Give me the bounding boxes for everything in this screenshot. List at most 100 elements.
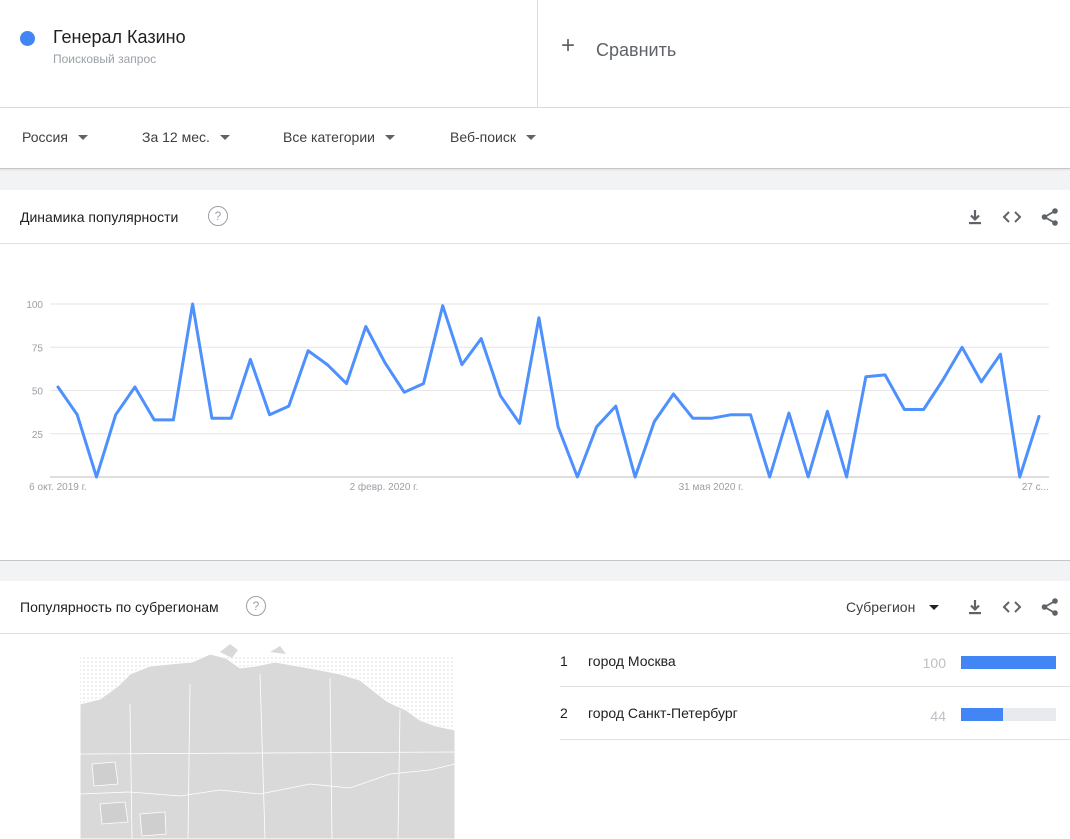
data-point[interactable] [534, 313, 544, 323]
data-point[interactable] [399, 387, 409, 397]
data-point[interactable] [207, 413, 217, 423]
data-point[interactable] [1015, 472, 1025, 482]
region-value: 100 [922, 655, 946, 671]
data-point[interactable] [111, 410, 121, 420]
search-term-header: Генерал Казино Поисковый запрос + Сравни… [0, 0, 1070, 108]
data-point[interactable] [572, 472, 582, 482]
data-point[interactable] [265, 410, 275, 420]
caret-down-icon [77, 134, 88, 140]
compare-button[interactable]: + Сравнить [538, 0, 1070, 107]
data-point[interactable] [822, 406, 832, 416]
y-tick-label: 25 [32, 430, 44, 441]
subregion-map[interactable] [70, 644, 460, 839]
interest-over-time-card: Динамика популярности ? 100 75 50 25 6 окт.… [0, 190, 1070, 561]
data-point[interactable] [592, 422, 602, 432]
region-name[interactable]: город Санкт-Петербург [588, 705, 738, 721]
data-point[interactable] [322, 360, 332, 370]
data-point[interactable] [726, 410, 736, 420]
data-point[interactable] [226, 413, 236, 423]
caret-down-icon [219, 134, 230, 140]
y-axis-ticks: 100 75 50 25 [26, 300, 43, 441]
category-filter[interactable]: Все категории [283, 129, 395, 145]
data-point[interactable] [188, 299, 198, 309]
help-icon[interactable]: ? [246, 596, 266, 616]
data-point[interactable] [553, 422, 563, 432]
subregion-granularity-select[interactable]: Субрегион [846, 599, 940, 615]
region-name[interactable]: город Москва [588, 653, 676, 669]
category-filter-label: Все категории [283, 129, 375, 145]
card-divider [0, 633, 1070, 634]
data-point[interactable] [938, 375, 948, 385]
embed-icon[interactable] [1002, 597, 1022, 617]
data-point[interactable] [765, 472, 775, 482]
data-point[interactable] [996, 349, 1006, 359]
region-bar-fill [961, 708, 1003, 721]
region-bar-fill [961, 656, 1056, 669]
y-tick-label: 75 [32, 343, 44, 354]
region-bar-track [961, 656, 1056, 669]
region-filter[interactable]: Россия [22, 129, 88, 145]
data-point[interactable] [380, 358, 390, 368]
data-point[interactable] [861, 372, 871, 382]
data-point[interactable] [669, 389, 679, 399]
data-point[interactable] [303, 346, 313, 356]
data-point[interactable] [130, 382, 140, 392]
compare-label: Сравнить [596, 40, 677, 60]
data-point[interactable] [361, 322, 371, 332]
data-point[interactable] [688, 413, 698, 423]
caret-down-icon [525, 134, 536, 140]
data-point[interactable] [1034, 411, 1044, 421]
search-type-filter[interactable]: Веб-поиск [450, 129, 536, 145]
data-point[interactable] [245, 354, 255, 364]
data-point[interactable] [149, 415, 159, 425]
x-tick-label: 2 февр. 2020 г. [350, 481, 419, 493]
data-point[interactable] [707, 413, 717, 423]
period-filter[interactable]: За 12 мес. [142, 129, 230, 145]
search-type-filter-label: Веб-поиск [450, 129, 516, 145]
data-point[interactable] [784, 408, 794, 418]
data-point[interactable] [476, 334, 486, 344]
search-term-name[interactable]: Генерал Казино [53, 27, 186, 48]
data-point[interactable] [342, 379, 352, 389]
data-point[interactable] [842, 472, 852, 482]
data-point[interactable] [284, 401, 294, 411]
data-point[interactable] [803, 472, 813, 482]
data-point[interactable] [419, 379, 429, 389]
interest-by-subregion-card: Популярность по субрегионам ? Субрегион [0, 581, 1070, 839]
caret-down-icon [384, 134, 395, 140]
share-icon[interactable] [1040, 597, 1060, 617]
data-point[interactable] [957, 342, 967, 352]
y-tick-label: 100 [26, 300, 43, 311]
x-tick-label: 27 с... [1022, 482, 1049, 493]
data-point[interactable] [495, 391, 505, 401]
data-point[interactable] [438, 301, 448, 311]
data-point[interactable] [515, 418, 525, 428]
data-point[interactable] [919, 405, 929, 415]
rank-number: 2 [560, 705, 568, 721]
chart-gridlines [50, 303, 1049, 435]
data-point[interactable] [976, 377, 986, 387]
interest-by-subregion-title: Популярность по субрегионам [20, 599, 219, 615]
download-icon[interactable] [965, 597, 985, 617]
data-point[interactable] [880, 370, 890, 380]
x-tick-label: 31 мая 2020 г. [679, 482, 744, 493]
search-term-card[interactable]: Генерал Казино Поисковый запрос [0, 0, 538, 107]
data-point[interactable] [72, 410, 82, 420]
data-point[interactable] [168, 415, 178, 425]
data-point[interactable] [92, 472, 102, 482]
row-divider [560, 739, 1070, 740]
search-term-type: Поисковый запрос [53, 52, 157, 66]
row-divider [560, 686, 1070, 687]
data-point[interactable] [899, 405, 909, 415]
data-point[interactable] [457, 360, 467, 370]
data-point[interactable] [649, 417, 659, 427]
y-tick-label: 50 [32, 387, 44, 398]
data-point[interactable] [53, 382, 63, 392]
region-bar-track [961, 708, 1056, 721]
data-point[interactable] [630, 472, 640, 482]
region-filter-label: Россия [22, 129, 68, 145]
data-point[interactable] [746, 410, 756, 420]
caret-down-icon [929, 604, 940, 610]
data-point[interactable] [611, 401, 621, 411]
rank-number: 1 [560, 653, 568, 669]
